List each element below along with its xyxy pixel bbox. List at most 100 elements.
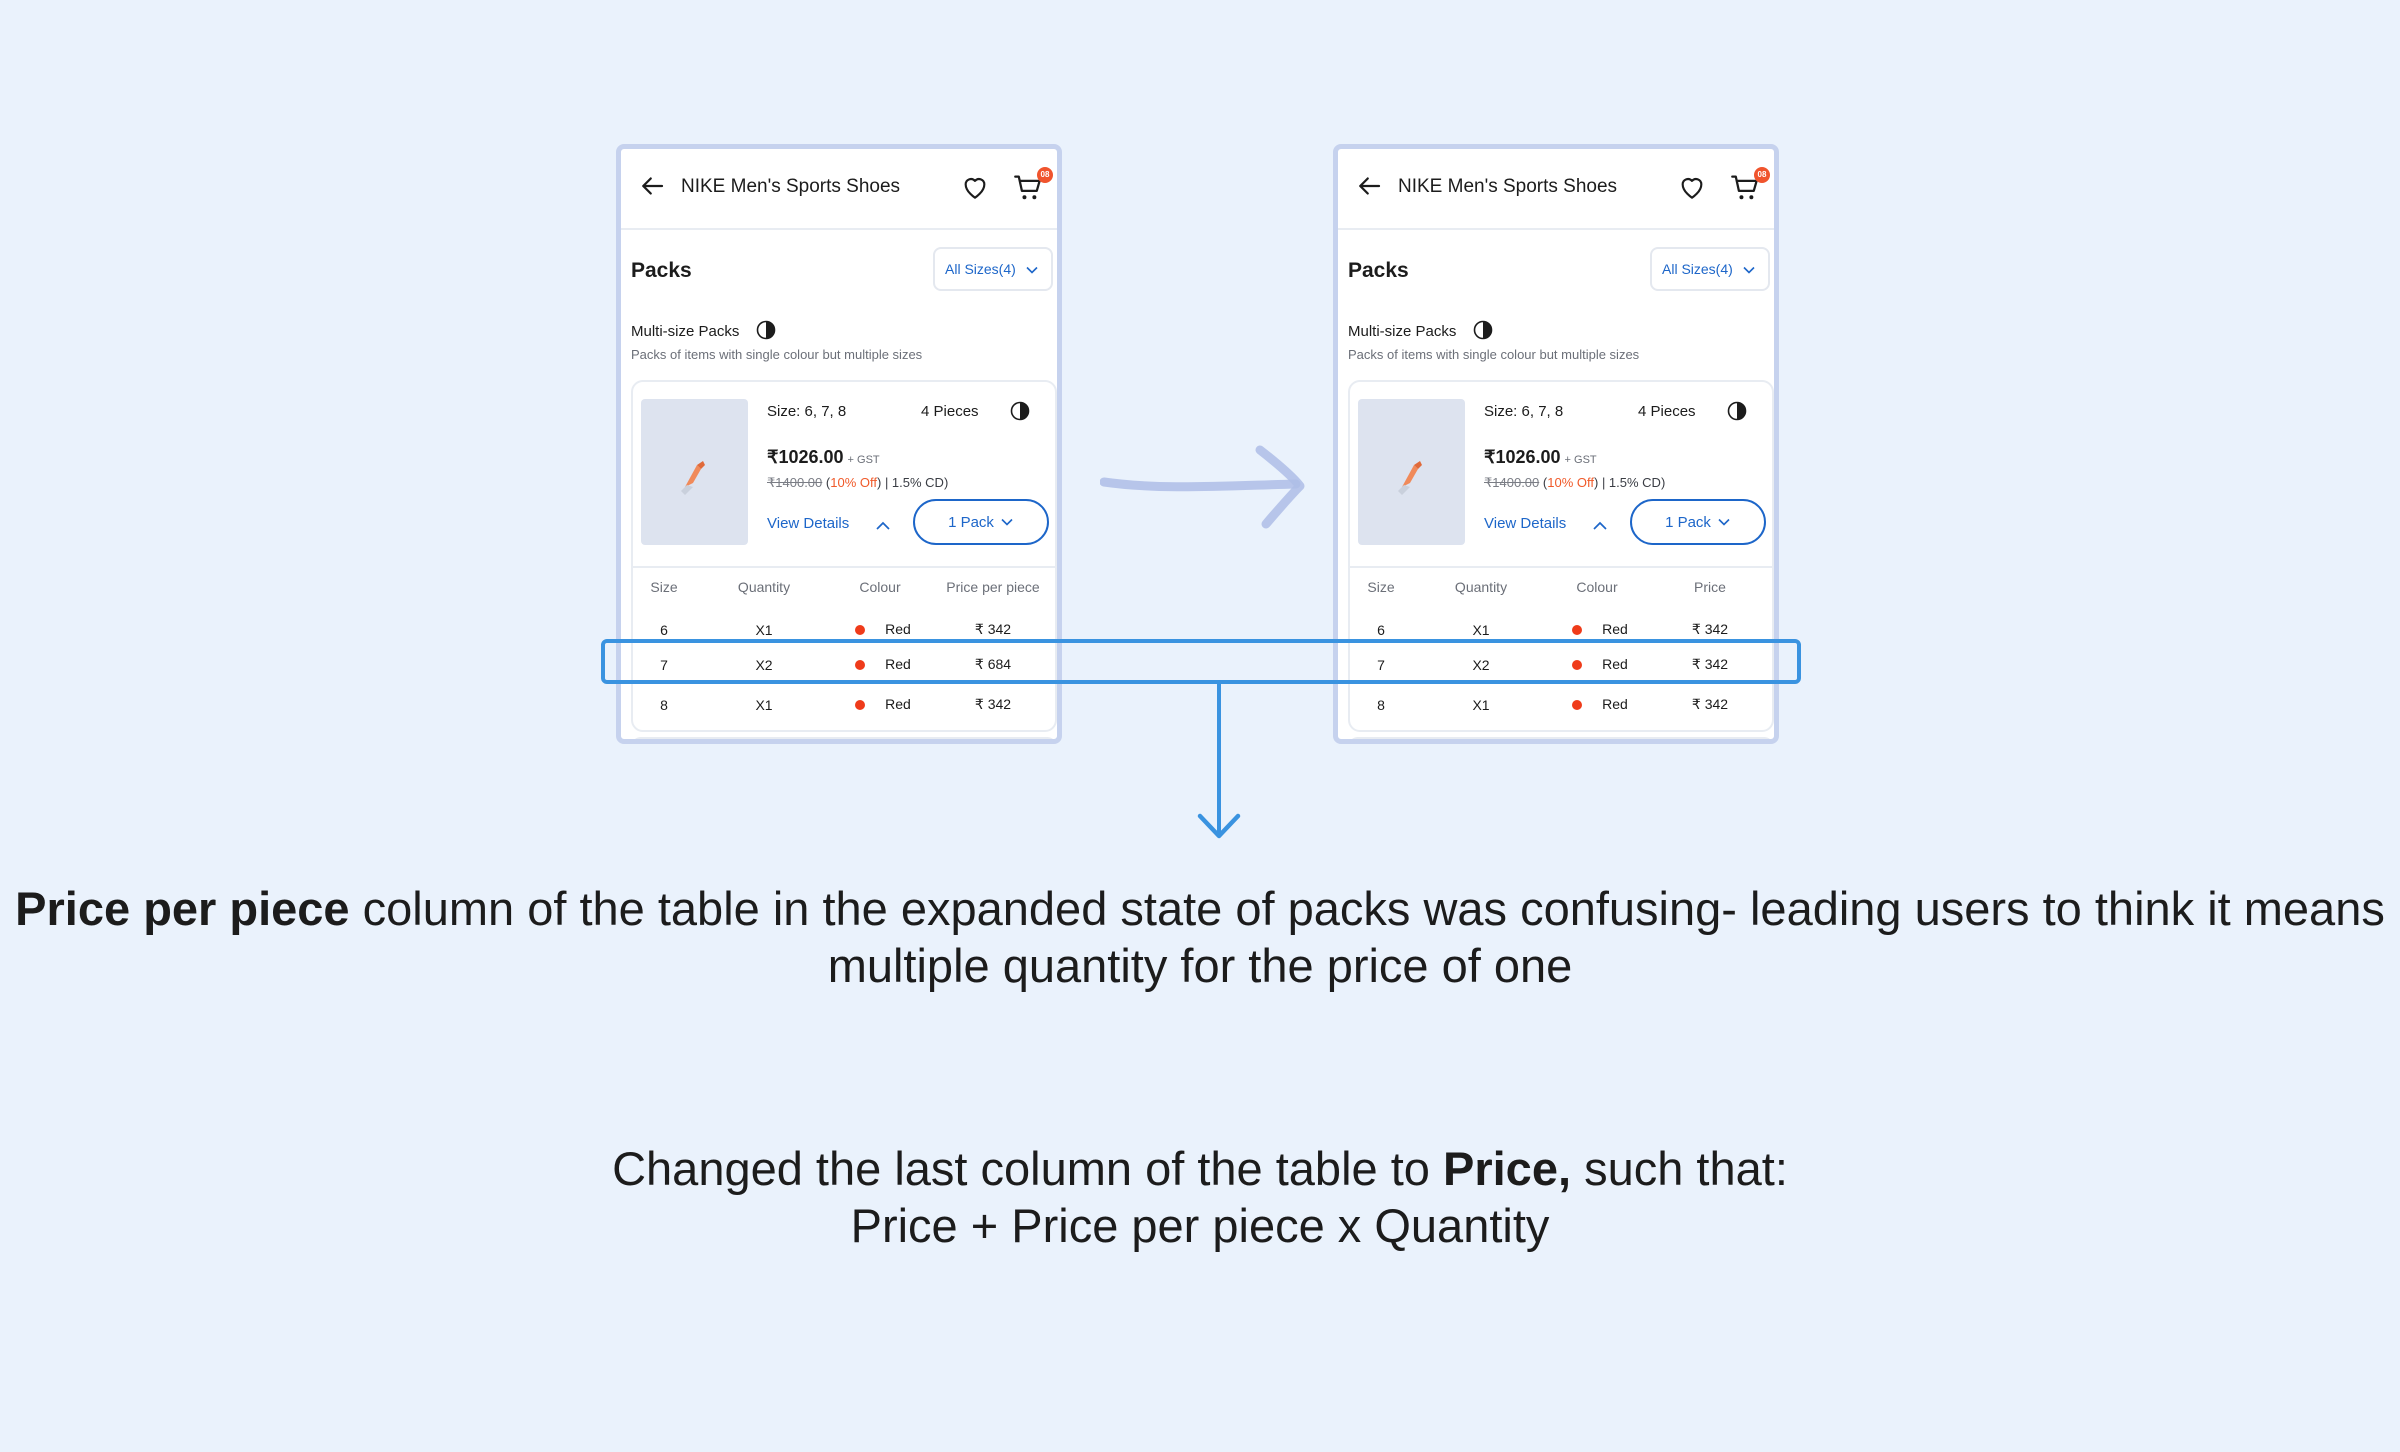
pack-pieces: 4 Pieces [1638,403,1696,420]
caption-1-rest: column of the table in the expanded stat… [349,882,2385,992]
pack-sizes: Size: 6, 7, 8 [767,403,847,420]
pack-price: ₹1026.00 + GST [1484,447,1597,468]
red-colour-dot [1572,625,1582,635]
paren-close: ) [1593,475,1599,490]
shoe-icon [1398,461,1422,495]
red-colour-dot [855,625,865,635]
original-price: ₹1400.00 [1484,475,1540,490]
table-header-quantity: Quantity [1454,579,1508,595]
all-sizes-label: All Sizes(4) [1662,261,1733,277]
multi-size-packs-description: Packs of items with single colour but mu… [1348,347,1640,362]
caption-2-pre: Changed the last column of the table to [612,1142,1443,1195]
original-price: ₹1400.00 [767,475,823,490]
cart-badge: 08 [1754,167,1770,183]
caption-2-formula: Price + Price per piece x Quantity [850,1199,1550,1252]
table-header-price: Price [1694,579,1726,595]
pack-select-button[interactable]: 1 Pack [1630,499,1766,545]
row-3-size: 8 [1377,697,1385,713]
chevron-down-icon [1026,266,1038,274]
pack-select-label: 1 Pack [1665,513,1711,531]
row-1-price: ₹ 342 [974,621,1012,637]
pack-pieces: 4 Pieces [921,403,979,420]
red-colour-dot [1572,700,1582,710]
all-sizes-dropdown[interactable]: All Sizes(4) [933,247,1053,291]
arrow-down-icon [1197,813,1241,839]
heart-icon[interactable] [1676,171,1708,203]
app-header: NIKE Men's Sports Shoes 08 [621,149,1057,230]
row-3-size: 8 [660,697,668,713]
chevron-down-icon [1718,518,1730,526]
row-highlight-box [601,639,1801,684]
half-circle-info-icon[interactable] [1009,400,1031,422]
price-breakdown: ₹1400.00 (10% Off) | 1.5% CD) [1484,475,1665,491]
caption-2-bold: Price, [1442,1142,1572,1195]
row-3-quantity: X1 [755,697,773,713]
view-details-link[interactable]: View Details [1484,515,1566,532]
table-header-price: Price per piece [946,579,1040,595]
shoe-image [1358,399,1465,545]
table-header-quantity: Quantity [737,579,791,595]
discount-label: 10% Off [830,475,877,490]
next-card-peek [631,737,1057,739]
all-sizes-dropdown[interactable]: All Sizes(4) [1650,247,1770,291]
next-card-peek [1348,737,1774,739]
row-1-size: 6 [660,622,668,638]
paren-close: ) [876,475,882,490]
row-1-quantity: X1 [755,622,773,638]
multi-size-packs-description: Packs of items with single colour but mu… [631,347,923,362]
cash-discount-label: | 1.5% CD) [1601,475,1666,490]
red-colour-dot [855,700,865,710]
pack-select-label: 1 Pack [948,513,994,531]
row-1-colour: Red [1602,621,1628,637]
table-header-size: Size [650,579,678,595]
app-header: NIKE Men's Sports Shoes 08 [1338,149,1774,230]
price-value: ₹1026.00 [1484,447,1561,467]
shoe-icon [681,461,705,495]
pack-sizes: Size: 6, 7, 8 [1484,403,1564,420]
caption-1-bold: Price per piece [15,882,350,935]
brush-arrow-right-icon [1100,445,1305,529]
price-breakdown: ₹1400.00 (10% Off) | 1.5% CD) [767,475,948,491]
row-1-size: 6 [1377,622,1385,638]
multi-size-packs-label: Multi-size Packs [631,323,740,340]
back-arrow-icon[interactable] [1354,171,1384,201]
all-sizes-label: All Sizes(4) [945,261,1016,277]
row-3-quantity: X1 [1472,697,1490,713]
chevron-down-icon [1743,266,1755,274]
row-1-colour: Red [885,621,911,637]
row-3-price: ₹ 342 [1691,696,1729,712]
heart-icon[interactable] [959,171,991,203]
packs-heading: Packs [631,259,692,282]
row-3-colour: Red [885,696,911,712]
table-header-colour: Colour [859,579,901,595]
discount-label: 10% Off [1547,475,1594,490]
row-1-price: ₹ 342 [1691,621,1729,637]
view-details-link[interactable]: View Details [767,515,849,532]
pack-price: ₹1026.00 + GST [767,447,880,468]
cart-badge: 08 [1037,167,1053,183]
page-title: NIKE Men's Sports Shoes [1398,176,1618,197]
chevron-down-icon [1001,518,1013,526]
table-divider [1350,566,1772,568]
problem-caption: Price per piece column of the table in t… [0,880,2400,994]
half-circle-info-icon[interactable] [755,319,777,341]
row-1-quantity: X1 [1472,622,1490,638]
back-arrow-icon[interactable] [637,171,667,201]
packs-heading: Packs [1348,259,1409,282]
chevron-up-icon[interactable] [1591,517,1609,535]
pack-select-button[interactable]: 1 Pack [913,499,1049,545]
half-circle-info-icon[interactable] [1726,400,1748,422]
table-divider [633,566,1055,568]
table-header-colour: Colour [1576,579,1618,595]
chevron-up-icon[interactable] [874,517,892,535]
solution-caption: Changed the last column of the table to … [0,1140,2400,1254]
row-3-colour: Red [1602,696,1628,712]
gst-label: + GST [847,454,880,466]
page-title: NIKE Men's Sports Shoes [681,176,901,197]
shoe-image [641,399,748,545]
table-header-size: Size [1367,579,1395,595]
price-value: ₹1026.00 [767,447,844,467]
half-circle-info-icon[interactable] [1472,319,1494,341]
caption-2-post: such that: [1571,1142,1788,1195]
multi-size-packs-label: Multi-size Packs [1348,323,1457,340]
